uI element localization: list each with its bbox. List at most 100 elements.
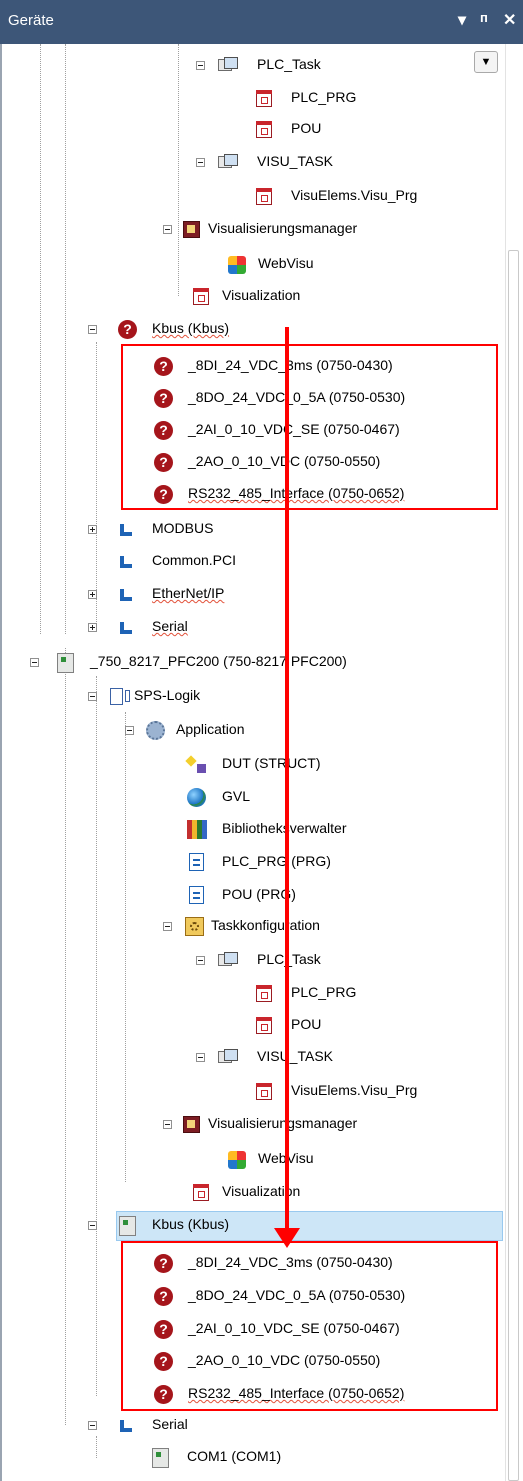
tree-line (96, 342, 97, 632)
tree-node-label: MODBUS (152, 520, 214, 536)
tree-node-label: SPS-Logik (134, 687, 201, 703)
application-icon (146, 721, 165, 740)
close-icon[interactable]: ✕ (503, 10, 516, 30)
pou-icon (193, 288, 209, 305)
tree-node-label: VISU_TASK (257, 1048, 333, 1064)
plc-logic-icon (110, 688, 130, 705)
panel-titlebar: Geräte ▾ ᴨ ✕ (0, 0, 523, 44)
question-mark-error-icon: ? (154, 1254, 173, 1273)
tree-node-label: RS232_485_Interface (0750-0652) (188, 485, 405, 501)
tree-node-label: COM1 (COM1) (187, 1448, 282, 1464)
tree-node-label: WebVisu (258, 255, 314, 271)
pou-icon (256, 121, 272, 138)
fieldbus-icon (118, 554, 134, 570)
tree-node-label: Visualization (222, 287, 301, 303)
device-icon (57, 653, 74, 673)
tree-node-label: VisuElems.Visu_Prg (291, 187, 418, 203)
annotation-arrow-head (274, 1228, 300, 1248)
panel-title: Geräte (8, 12, 54, 29)
tree-node-label: _2AI_0_10_VDC_SE (0750-0467) (188, 421, 400, 437)
tree-node-label: _8DI_24_VDC_3ms (0750-0430) (188, 1254, 393, 1270)
tree-line (96, 1436, 97, 1458)
collapse-icon[interactable] (30, 658, 39, 667)
tree-node-label: GVL (222, 788, 251, 804)
question-mark-error-icon: ? (154, 453, 173, 472)
question-mark-error-icon: ? (154, 1385, 173, 1404)
question-mark-error-icon: ? (154, 1352, 173, 1371)
window-position-icon[interactable]: ▾ (458, 10, 466, 30)
tree-node-label: VISU_TASK (257, 153, 333, 169)
tree-node-label: Serial (152, 1416, 188, 1432)
pou-icon (193, 1184, 209, 1201)
collapse-icon[interactable] (196, 61, 205, 70)
fieldbus-icon (118, 620, 134, 636)
tree-node-label: Kbus (Kbus) (152, 1216, 230, 1232)
pou-icon (256, 1083, 272, 1100)
task-configuration-icon (185, 917, 204, 936)
pou-icon (256, 90, 272, 107)
question-mark-error-icon: ? (118, 320, 137, 339)
tree-node-label: _8DI_24_VDC_3ms (0750-0430) (188, 357, 393, 373)
tree-line (65, 44, 66, 634)
device-icon (119, 1216, 136, 1236)
tree-node-label: PLC_PRG (291, 984, 357, 1000)
collapse-icon[interactable] (196, 158, 205, 167)
question-mark-error-icon: ? (154, 1320, 173, 1339)
fieldbus-icon (118, 1418, 134, 1434)
collapse-icon[interactable] (163, 922, 172, 931)
auto-hide-pin-icon[interactable]: ᴨ (480, 10, 488, 25)
collapse-icon[interactable] (88, 325, 97, 334)
expand-icon[interactable] (88, 623, 97, 632)
collapse-icon[interactable] (196, 956, 205, 965)
tree-node-kbus-selected[interactable]: Kbus (Kbus) (116, 1211, 503, 1241)
tree-line (96, 676, 97, 1396)
visualization-manager-icon (183, 221, 200, 238)
tree-node-label: POU (291, 1016, 322, 1032)
fieldbus-icon (118, 522, 134, 538)
scrollbar-thumb[interactable] (508, 250, 519, 1481)
dropdown-button[interactable]: ▼ (474, 51, 498, 73)
pou-icon (256, 1017, 272, 1034)
tree-node-label: PLC_Task (257, 56, 321, 72)
collapse-icon[interactable] (163, 225, 172, 234)
collapse-icon[interactable] (88, 1421, 97, 1430)
collapse-icon[interactable] (163, 1120, 172, 1129)
tree-node-label: VisuElems.Visu_Prg (291, 1082, 418, 1098)
program-icon (189, 886, 204, 904)
panel-border (0, 44, 2, 1481)
visualization-manager-icon (183, 1116, 200, 1133)
pou-icon (256, 985, 272, 1002)
task-icon (218, 952, 238, 968)
webvisu-icon (228, 256, 246, 274)
tree-node-label: RS232_485_Interface (0750-0652) (188, 1385, 405, 1401)
program-icon (189, 853, 204, 871)
tree-node-label: _2AO_0_10_VDC (0750-0550) (188, 1352, 381, 1368)
tree-node-label: _750_8217_PFC200 (750-8217 PFC200) (90, 653, 347, 669)
question-mark-error-icon: ? (154, 421, 173, 440)
gvl-icon (187, 788, 206, 807)
dut-icon (187, 756, 207, 774)
collapse-icon[interactable] (88, 692, 97, 701)
tree-line (65, 648, 66, 1425)
expand-icon[interactable] (88, 590, 97, 599)
task-icon (218, 57, 238, 73)
tree-node-label: PLC_PRG (291, 89, 357, 105)
collapse-icon[interactable] (125, 726, 134, 735)
tree-line (125, 712, 126, 1182)
tree-node-label: EtherNet/IP (152, 585, 225, 601)
tree-line (178, 44, 179, 296)
tree-node-label: Kbus (Kbus) (152, 320, 230, 336)
tree-node-label: Application (176, 721, 245, 737)
collapse-icon[interactable] (88, 1221, 97, 1230)
tree-node-label: _2AI_0_10_VDC_SE (0750-0467) (188, 1320, 400, 1336)
tree-node-label: PLC_PRG (PRG) (222, 853, 331, 869)
device-icon (152, 1448, 169, 1468)
tree-node-label: Visualisierungsmanager (208, 1115, 358, 1131)
collapse-icon[interactable] (196, 1053, 205, 1062)
tree-node-label: _8DO_24_VDC_0_5A (0750-0530) (188, 1287, 406, 1303)
question-mark-error-icon: ? (154, 389, 173, 408)
question-mark-error-icon: ? (154, 1287, 173, 1306)
tree-node-label: DUT (STRUCT) (222, 755, 321, 771)
tree-node-label: Common.PCI (152, 552, 237, 568)
expand-icon[interactable] (88, 525, 97, 534)
